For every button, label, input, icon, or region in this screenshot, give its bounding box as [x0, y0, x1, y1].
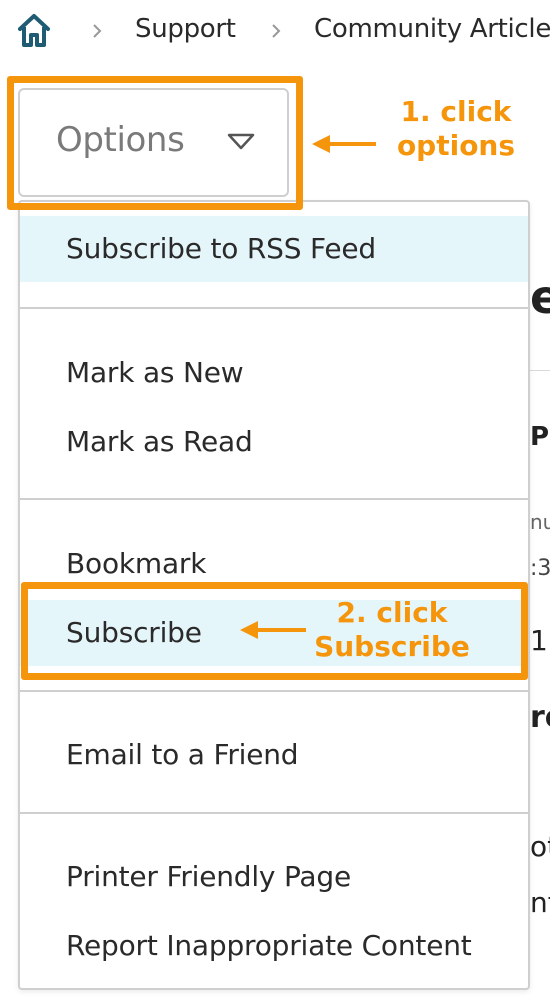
home-icon[interactable] [14, 10, 54, 50]
background-text-fragment: :3 [530, 556, 550, 581]
chevron-right-icon [93, 24, 102, 38]
arrow-left-icon [312, 135, 376, 153]
menu-item-printer-friendly[interactable]: Printer Friendly Page [20, 844, 528, 910]
step1-line2: options [396, 129, 516, 162]
breadcrumb-community-articles[interactable]: Community Articles [314, 14, 550, 44]
background-text-fragment: 1 [530, 624, 548, 657]
arrow-left-icon [240, 621, 306, 639]
step1-annotation: 1. click options [386, 95, 526, 163]
background-text-fragment: P) [530, 422, 550, 452]
background-divider [528, 370, 550, 371]
chevron-right-icon [272, 24, 281, 38]
menu-item-mark-as-read[interactable]: Mark as Read [20, 409, 528, 475]
background-text-fragment: ot [530, 830, 550, 863]
step1-line1: 1. click [400, 95, 512, 128]
menu-divider [20, 690, 528, 692]
menu-item-mark-as-new[interactable]: Mark as New [20, 340, 528, 406]
step2-line1: 2. click [336, 596, 448, 629]
step2-annotation: 2. click Subscribe [312, 596, 472, 664]
menu-item-email-friend[interactable]: Email to a Friend [20, 722, 528, 788]
menu-divider [20, 812, 528, 814]
options-highlight-box [7, 76, 303, 210]
step2-line2: Subscribe [314, 630, 470, 663]
menu-item-report-content[interactable]: Report Inappropriate Content [20, 913, 528, 979]
breadcrumb-support[interactable]: Support [135, 14, 236, 44]
background-text-fragment: nu [530, 510, 550, 534]
menu-divider [20, 307, 528, 309]
breadcrumb: Support Community Articles [0, 0, 550, 64]
background-text-fragment: nt [530, 886, 550, 919]
menu-divider [20, 498, 528, 500]
background-title-fragment: e [530, 270, 550, 324]
background-text-fragment: ro [530, 700, 550, 735]
menu-item-subscribe-rss[interactable]: Subscribe to RSS Feed [20, 216, 528, 282]
